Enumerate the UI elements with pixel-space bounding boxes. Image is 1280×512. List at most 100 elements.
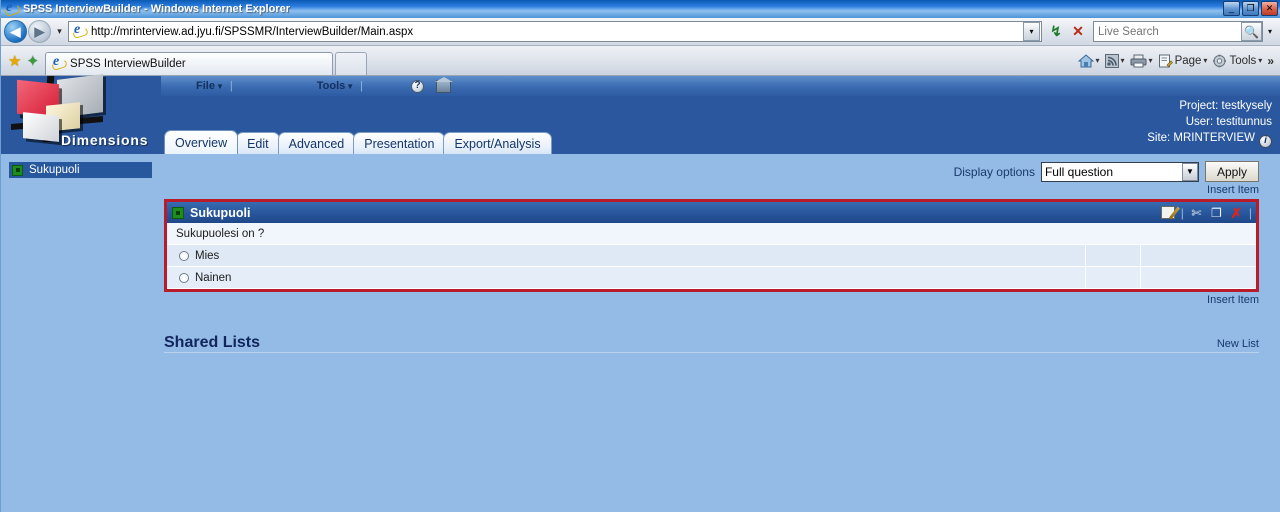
- page-caret-icon[interactable]: ▾: [1203, 56, 1207, 65]
- browser-navigation-bar: ◀ ▶ ▾ http://mrinterview.ad.jyu.fi/SPSSM…: [1, 18, 1280, 46]
- refresh-icon[interactable]: ↯: [1046, 22, 1066, 42]
- command-bar-overflow-icon[interactable]: »: [1267, 54, 1274, 68]
- option-column-c: [1141, 267, 1256, 288]
- insert-item-link-top[interactable]: Insert Item: [161, 184, 1280, 196]
- question-node-icon: [12, 164, 23, 176]
- address-bar[interactable]: http://mrinterview.ad.jyu.fi/SPSSMR/Inte…: [68, 21, 1042, 42]
- menu-separator-2: |: [360, 80, 364, 92]
- print-button[interactable]: ▾: [1128, 53, 1155, 69]
- browser-tab-label: SPSS InterviewBuilder: [70, 58, 186, 70]
- shared-lists-section: Shared Lists New List: [161, 306, 1280, 352]
- option-cell[interactable]: Nainen: [167, 267, 1086, 288]
- session-info: Project: testkysely User: testitunnus Si…: [1147, 98, 1272, 148]
- logo-text: Dimensions: [61, 132, 149, 148]
- sidebar-item-label: Sukupuoli: [29, 164, 80, 176]
- option-column-c: [1141, 245, 1256, 266]
- radio-button-mies[interactable]: [179, 250, 189, 261]
- menu-tools[interactable]: Tools ▼: [317, 80, 354, 92]
- divider: [164, 352, 1259, 353]
- back-button[interactable]: ◀: [4, 20, 27, 43]
- browser-tab[interactable]: SPSS InterviewBuilder: [45, 52, 334, 75]
- menu-file-caret-icon: ▼: [215, 81, 224, 91]
- main-content: Display options Full question ▼ Apply In…: [161, 154, 1280, 512]
- home-icon: [1077, 53, 1094, 67]
- menu-separator-1: |: [229, 80, 233, 92]
- minimize-button[interactable]: _: [1223, 1, 1240, 16]
- browser-window: SPSS InterviewBuilder - Windows Internet…: [0, 0, 1280, 512]
- logo-square-white: [23, 112, 59, 142]
- add-to-favorites-icon[interactable]: ✦: [26, 52, 39, 70]
- table-row[interactable]: Nainen: [167, 267, 1256, 289]
- menu-file[interactable]: File ▼: [196, 80, 224, 92]
- feeds-caret-icon[interactable]: ▾: [1121, 56, 1125, 65]
- app-home-icon[interactable]: [435, 76, 454, 93]
- internet-explorer-icon: [5, 0, 19, 16]
- page-menu-button[interactable]: Page ▾: [1156, 53, 1210, 69]
- table-row[interactable]: Mies: [167, 245, 1256, 267]
- tab-overview[interactable]: Overview: [164, 130, 239, 154]
- page-menu-label: Page: [1174, 54, 1202, 67]
- history-dropdown-icon[interactable]: ▾: [53, 26, 66, 37]
- maximize-button[interactable]: ❐: [1242, 1, 1259, 16]
- new-tab-button[interactable]: [335, 52, 368, 75]
- search-icon[interactable]: 🔍: [1241, 22, 1262, 41]
- toolbar-separator-1: |: [1180, 205, 1184, 220]
- shared-lists-title: Shared Lists: [164, 334, 261, 351]
- menu-tools-label: Tools: [316, 80, 346, 92]
- window-title-bar: SPSS InterviewBuilder - Windows Internet…: [1, 0, 1280, 18]
- forward-button[interactable]: ▶: [28, 20, 51, 43]
- rss-icon: [1104, 53, 1119, 68]
- session-site-row: Site: MRINTERVIEW i: [1147, 130, 1272, 148]
- tab-advanced[interactable]: Advanced: [277, 132, 356, 154]
- address-dropdown-icon[interactable]: ▾: [1023, 22, 1040, 41]
- tools-caret-icon[interactable]: ▾: [1258, 56, 1262, 65]
- session-project: Project: testkysely: [1179, 100, 1272, 112]
- info-icon[interactable]: i: [1259, 134, 1272, 148]
- tab-presentation[interactable]: Presentation: [353, 132, 446, 154]
- tools-menu-label: Tools: [1229, 54, 1257, 67]
- apply-button[interactable]: Apply: [1204, 161, 1259, 182]
- tab-export-analysis[interactable]: Export/Analysis: [443, 132, 552, 154]
- option-cell[interactable]: Mies: [167, 245, 1086, 266]
- home-button[interactable]: ▾: [1076, 53, 1102, 69]
- toolbar-separator-2: |: [1248, 205, 1252, 220]
- chevron-down-icon[interactable]: ▼: [1181, 162, 1198, 181]
- close-button[interactable]: ✕: [1261, 1, 1278, 16]
- menu-file-label: File: [196, 80, 215, 92]
- question-toolbar: | ✄ ❐ ✗ |: [1161, 206, 1252, 220]
- option-column-b: [1086, 245, 1141, 266]
- help-icon[interactable]: ?: [411, 79, 425, 93]
- search-provider-dropdown-icon[interactable]: ▾: [1263, 22, 1277, 41]
- favorites-center-icon[interactable]: ★: [8, 52, 21, 70]
- cut-icon[interactable]: ✄: [1189, 206, 1204, 220]
- radio-button-nainen[interactable]: [179, 272, 189, 283]
- sidebar-item-sukupuoli[interactable]: Sukupuoli: [9, 162, 152, 178]
- page-icon: [1158, 54, 1173, 67]
- application-menu-strip: File ▼ | Tools ▼ | ?: [161, 76, 1280, 96]
- delete-icon[interactable]: ✗: [1229, 206, 1244, 220]
- tab-edit[interactable]: Edit: [236, 132, 280, 154]
- option-column-b: [1086, 267, 1141, 288]
- edit-icon[interactable]: [1161, 206, 1176, 220]
- gear-icon: [1213, 54, 1227, 67]
- live-search-box[interactable]: 🔍: [1093, 21, 1263, 42]
- tools-menu-button[interactable]: Tools ▾: [1210, 53, 1264, 69]
- browser-command-bar: ▾ ▾ ▾ Page ▾ Tools ▾ »: [1076, 53, 1276, 69]
- display-options-select[interactable]: Full question ▼: [1040, 161, 1199, 182]
- print-caret-icon[interactable]: ▾: [1149, 56, 1153, 65]
- page-favicon-icon: [72, 22, 88, 40]
- search-input[interactable]: [1094, 24, 1241, 39]
- stop-icon[interactable]: ✕: [1068, 22, 1088, 42]
- question-type-icon: [172, 206, 184, 219]
- option-label: Nainen: [195, 271, 232, 284]
- copy-icon[interactable]: ❐: [1209, 206, 1224, 220]
- window-title: SPSS InterviewBuilder - Windows Internet…: [23, 3, 291, 15]
- session-site: Site: MRINTERVIEW: [1147, 132, 1255, 144]
- home-caret-icon[interactable]: ▾: [1096, 56, 1100, 65]
- application-body: Sukupuoli Display options Full question …: [1, 154, 1280, 512]
- question-body: Sukupuolesi on ? Mies Nainen: [167, 223, 1256, 289]
- new-list-link[interactable]: New List: [1217, 338, 1259, 350]
- question-prompt: Sukupuolesi on ?: [167, 223, 1256, 245]
- feeds-button[interactable]: ▾: [1103, 53, 1127, 69]
- insert-item-link-bottom[interactable]: Insert Item: [161, 294, 1280, 306]
